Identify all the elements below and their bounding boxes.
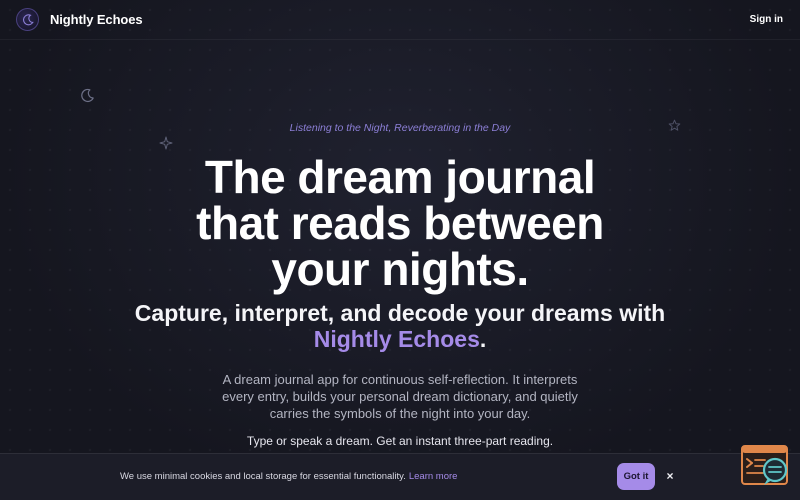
- signin-link[interactable]: Sign in: [750, 14, 783, 25]
- hero-cta-line: Type or speak a dream. Get an instant th…: [246, 434, 554, 448]
- headline-line-1: The dream journal: [204, 151, 596, 203]
- cookie-message: We use minimal cookies and local storage…: [120, 471, 457, 482]
- cookie-learn-more-link[interactable]: Learn more: [409, 471, 458, 482]
- moon-logo-icon: [16, 8, 39, 31]
- brand-name: Nightly Echoes: [50, 12, 143, 27]
- hero-headline: The dream journal that reads between you…: [0, 154, 800, 292]
- subheadline-period: .: [479, 326, 487, 352]
- cookie-banner: We use minimal cookies and local storage…: [0, 453, 800, 500]
- sparkle-icon: [159, 136, 173, 155]
- chat-assistant-icon[interactable]: [741, 445, 790, 487]
- subheadline-text: Capture, interpret, and decode your drea…: [134, 300, 666, 326]
- headline-line-3: your nights.: [271, 243, 529, 295]
- headline-line-2: that reads between: [196, 197, 604, 249]
- crescent-moon-icon: [80, 88, 95, 108]
- hero-subheadline: Capture, interpret, and decode your drea…: [0, 300, 800, 352]
- subheadline-brand-accent: Nightly Echoes: [313, 326, 480, 352]
- hero-tagline: Listening to the Night, Reverberating in…: [289, 122, 511, 134]
- close-icon[interactable]: ×: [664, 469, 676, 483]
- brand[interactable]: Nightly Echoes: [16, 8, 143, 31]
- cookie-text: We use minimal cookies and local storage…: [120, 471, 406, 482]
- cookie-accept-button[interactable]: Got it: [617, 463, 655, 490]
- hero-description: A dream journal app for continuous self-…: [222, 372, 578, 421]
- top-navbar: Nightly Echoes Sign in: [0, 0, 800, 40]
